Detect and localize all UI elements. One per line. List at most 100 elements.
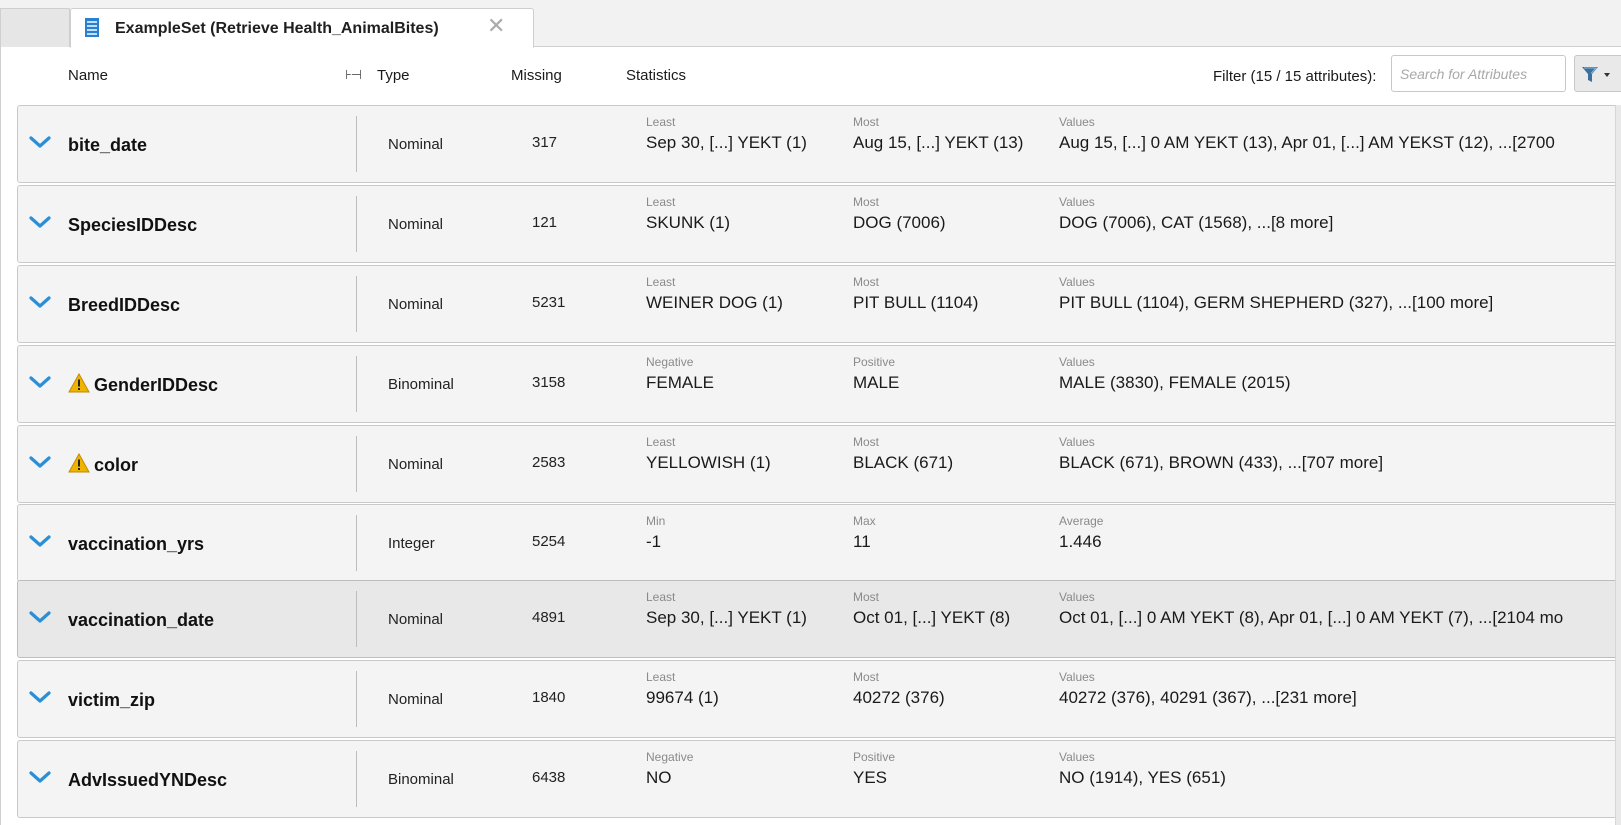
chevron-down-icon[interactable] [29,454,51,470]
chevron-down-icon[interactable] [29,214,51,230]
attribute-missing-count: 2583 [532,454,566,471]
attribute-name: vaccination_yrs [68,534,205,554]
column-resize-handle[interactable]: ⊦⊣ [345,67,362,83]
column-divider [356,276,357,332]
stat-label-1: Least [646,275,676,289]
stat-label-3: Average [1059,514,1104,528]
stat-value-1: WEINER DOG (1) [646,293,783,312]
stat-value-2: DOG (7006) [853,213,946,232]
attribute-row[interactable]: AdvIssuedYNDesc Binominal 6438 Negative NO Po… [17,740,1621,818]
attribute-missing-count: 4891 [532,609,566,626]
attribute-row[interactable]: vaccination_yrs Integer 5254 Min -1 Max 11 Aver… [17,504,1621,582]
stat-value-2: Oct 01, [...] YEKT (8) [853,608,1011,627]
attribute-row[interactable]: bite_date Nominal 317 Least Sep 30, [...] YE… [17,105,1621,183]
warning-icon [68,452,90,473]
stat-label-1: Least [646,590,676,604]
attribute-type: Binominal [388,376,454,393]
column-divider [356,196,357,252]
column-header-type[interactable]: Type [377,67,410,84]
column-divider [356,356,357,412]
stat-value-2: 40272 (376) [853,688,945,707]
vertical-scrollbar[interactable] [1615,105,1621,825]
attribute-row[interactable]: color Nominal 2583 Least YELLOWISH (1) Most BL… [17,425,1621,503]
stat-label-3: Values [1059,355,1095,369]
stat-label-2: Max [853,514,876,528]
stat-value-2: YES [853,768,888,787]
chevron-down-icon[interactable] [29,533,51,549]
attribute-row[interactable]: GenderIDDesc Binominal 3158 Negative FEMALE P… [17,345,1621,423]
stat-value-2: Aug 15, [...] YEKT (13) [853,133,1024,152]
stat-value-3: NO (1914), YES (651) [1059,768,1226,787]
attribute-name: victim_zip [68,690,156,710]
column-divider [356,116,357,172]
attribute-name: BreedIDDesc [68,295,181,315]
stat-value-1: FEMALE [646,373,715,392]
column-header-name[interactable]: Name [68,67,108,84]
funnel-dropdown-icon [1582,67,1610,82]
column-header-missing[interactable]: Missing [511,67,562,84]
column-divider [356,436,357,492]
chevron-down-icon[interactable] [29,609,51,625]
filter-dropdown-button[interactable] [1574,55,1621,92]
attribute-missing-count: 5254 [532,533,566,550]
search-attributes-input[interactable] [1391,55,1566,92]
stat-label-1: Min [646,514,666,528]
attribute-row[interactable]: SpeciesIDDesc Nominal 121 Least SKUNK (1) Mos… [17,185,1621,263]
stat-value-2: MALE [853,373,900,392]
stat-label-3: Values [1059,115,1095,129]
attribute-row[interactable]: victim_zip Nominal 1840 Least 99674 (1) Most 4… [17,660,1621,738]
column-header-row: Name ⊦⊣ Type Missing Statistics Filter (… [1,47,1621,105]
filter-label: Filter (15 / 15 attributes): [1213,68,1377,85]
attribute-name: vaccination_date [68,610,215,630]
stat-label-1: Least [646,670,676,684]
attribute-row[interactable]: BreedIDDesc Nominal 5231 Least WEINER DOG (1… [17,265,1621,343]
chevron-down-icon[interactable] [29,689,51,705]
stat-value-3: BLACK (671), BROWN (433), ...[707 more] [1059,453,1384,472]
attribute-name: SpeciesIDDesc [68,215,198,235]
stat-value-2: 11 [853,532,871,551]
stat-value-1: NO [646,768,672,787]
stat-label-1: Least [646,195,676,209]
stat-value-3: DOG (7006), CAT (1568), ...[8 more] [1059,213,1334,232]
column-divider [356,671,357,727]
stat-label-1: Least [646,115,676,129]
stat-value-1: Sep 30, [...] YEKT (1) [646,608,807,627]
column-divider [356,591,357,647]
stat-value-1: Sep 30, [...] YEKT (1) [646,133,807,152]
column-header-statistics[interactable]: Statistics [626,67,686,84]
attribute-missing-count: 1840 [532,689,566,706]
chevron-down-icon[interactable] [29,769,51,785]
stat-label-3: Values [1059,195,1095,209]
chevron-down-icon[interactable] [29,374,51,390]
stat-value-1: 99674 (1) [646,688,719,707]
stat-label-2: Most [853,590,880,604]
attribute-name: AdvIssuedYNDesc [68,770,228,790]
attribute-missing-count: 317 [532,134,558,151]
attribute-type: Binominal [388,771,454,788]
stat-value-1: SKUNK (1) [646,213,731,232]
attribute-type: Nominal [388,216,444,233]
column-divider [356,751,357,807]
attribute-type: Nominal [388,611,444,628]
stat-value-3: MALE (3830), FEMALE (2015) [1059,373,1291,392]
stat-label-3: Values [1059,590,1095,604]
close-icon[interactable]: ✕ [487,15,505,37]
stat-value-3: Oct 01, [...] 0 AM YEKT (8), Apr 01, [..… [1059,608,1564,627]
attribute-type: Nominal [388,456,444,473]
tab-strip-filler [0,8,70,47]
stat-label-2: Positive [853,750,896,764]
stat-value-3: 1.446 [1059,532,1102,551]
stat-label-2: Positive [853,355,896,369]
attribute-missing-count: 3158 [532,374,566,391]
stat-label-2: Most [853,435,880,449]
attribute-missing-count: 6438 [532,769,566,786]
stat-label-3: Values [1059,670,1095,684]
stat-value-1: -1 [646,532,662,551]
attribute-missing-count: 5231 [532,294,566,311]
chevron-down-icon[interactable] [29,294,51,310]
tab-exampleset[interactable]: ExampleSet (Retrieve Health_AnimalBites)… [70,8,534,48]
attribute-row[interactable]: vaccination_date Nominal 4891 Least Sep 30, … [17,580,1621,658]
chevron-down-icon[interactable] [29,134,51,150]
stat-value-3: Aug 15, [...] 0 AM YEKT (13), Apr 01, [.… [1059,133,1555,152]
attribute-name: bite_date [68,135,148,155]
